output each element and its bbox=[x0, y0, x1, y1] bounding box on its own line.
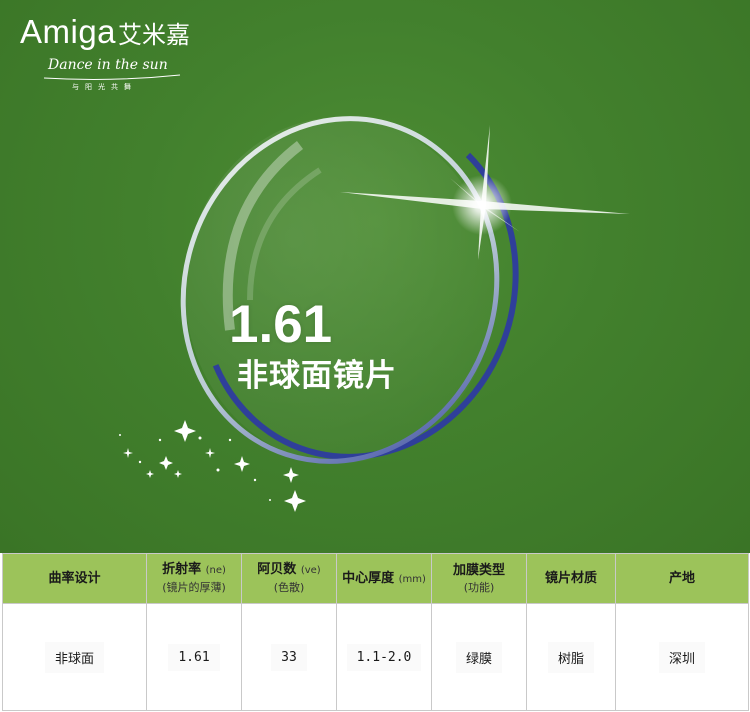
header-unit: (ve) bbox=[300, 565, 321, 576]
cell-value: 1.61 bbox=[168, 643, 220, 671]
cell-coating-type: 绿膜 bbox=[431, 603, 527, 711]
lens-index-value: 1.61 bbox=[229, 295, 333, 354]
table-row: 非球面 1.61 33 1.1-2.0 绿膜 树脂 深圳 bbox=[2, 603, 749, 711]
cell-lens-material: 树脂 bbox=[526, 603, 616, 711]
header-subtitle: (色散) bbox=[273, 581, 305, 594]
cell-abbe-number: 33 bbox=[241, 603, 337, 711]
header-unit: (mm) bbox=[398, 573, 426, 585]
header-label: 加膜类型 bbox=[452, 562, 505, 578]
cell-value: 深圳 bbox=[658, 641, 705, 673]
header-abbe-number: 阿贝数 (ve) (色散) bbox=[241, 553, 337, 604]
cell-value: 非球面 bbox=[44, 641, 104, 673]
header-lens-material: 镜片材质 bbox=[526, 553, 616, 604]
product-banner: Amiga艾米嘉 Dance in the sun 与阳光共舞 1.61 非球面… bbox=[0, 0, 750, 553]
header-label: 曲率设计 bbox=[48, 571, 101, 586]
cell-origin: 深圳 bbox=[615, 603, 749, 711]
header-label: 镜片材质 bbox=[544, 571, 597, 586]
cell-value: 33 bbox=[271, 643, 307, 671]
spec-table: 曲率设计 折射率 (ne) (镜片的厚薄) 阿贝数 (ve) (色散) 中心厚度… bbox=[2, 553, 749, 711]
cell-center-thickness: 1.1-2.0 bbox=[336, 603, 432, 711]
cell-value: 树脂 bbox=[547, 641, 594, 673]
header-coating-type: 加膜类型 (功能) bbox=[431, 553, 527, 604]
cell-value: 1.1-2.0 bbox=[346, 643, 422, 671]
cell-value: 绿膜 bbox=[455, 641, 502, 673]
header-refractive-index: 折射率 (ne) (镜片的厚薄) bbox=[146, 553, 242, 604]
header-unit: (ne) bbox=[205, 565, 226, 576]
header-curvature-design: 曲率设计 bbox=[2, 553, 147, 604]
lens-illustration bbox=[119, 116, 630, 512]
cell-refractive-index: 1.61 bbox=[146, 603, 242, 711]
cell-curvature-design: 非球面 bbox=[2, 603, 147, 711]
lens-type-title: 非球面镜片 bbox=[237, 358, 397, 394]
header-subtitle: (功能) bbox=[463, 580, 495, 594]
header-label: 折射率 bbox=[162, 562, 202, 577]
table-header-row: 曲率设计 折射率 (ne) (镜片的厚薄) 阿贝数 (ve) (色散) 中心厚度… bbox=[2, 553, 749, 604]
header-label: 阿贝数 bbox=[257, 562, 297, 577]
header-label: 产地 bbox=[668, 571, 695, 586]
header-origin: 产地 bbox=[615, 553, 749, 604]
header-subtitle: (镜片的厚薄) bbox=[162, 581, 226, 594]
header-center-thickness: 中心厚度 (mm) bbox=[336, 553, 432, 604]
header-label: 中心厚度 bbox=[342, 570, 395, 586]
product-page: Amiga艾米嘉 Dance in the sun 与阳光共舞 1.61 非球面… bbox=[0, 0, 750, 712]
